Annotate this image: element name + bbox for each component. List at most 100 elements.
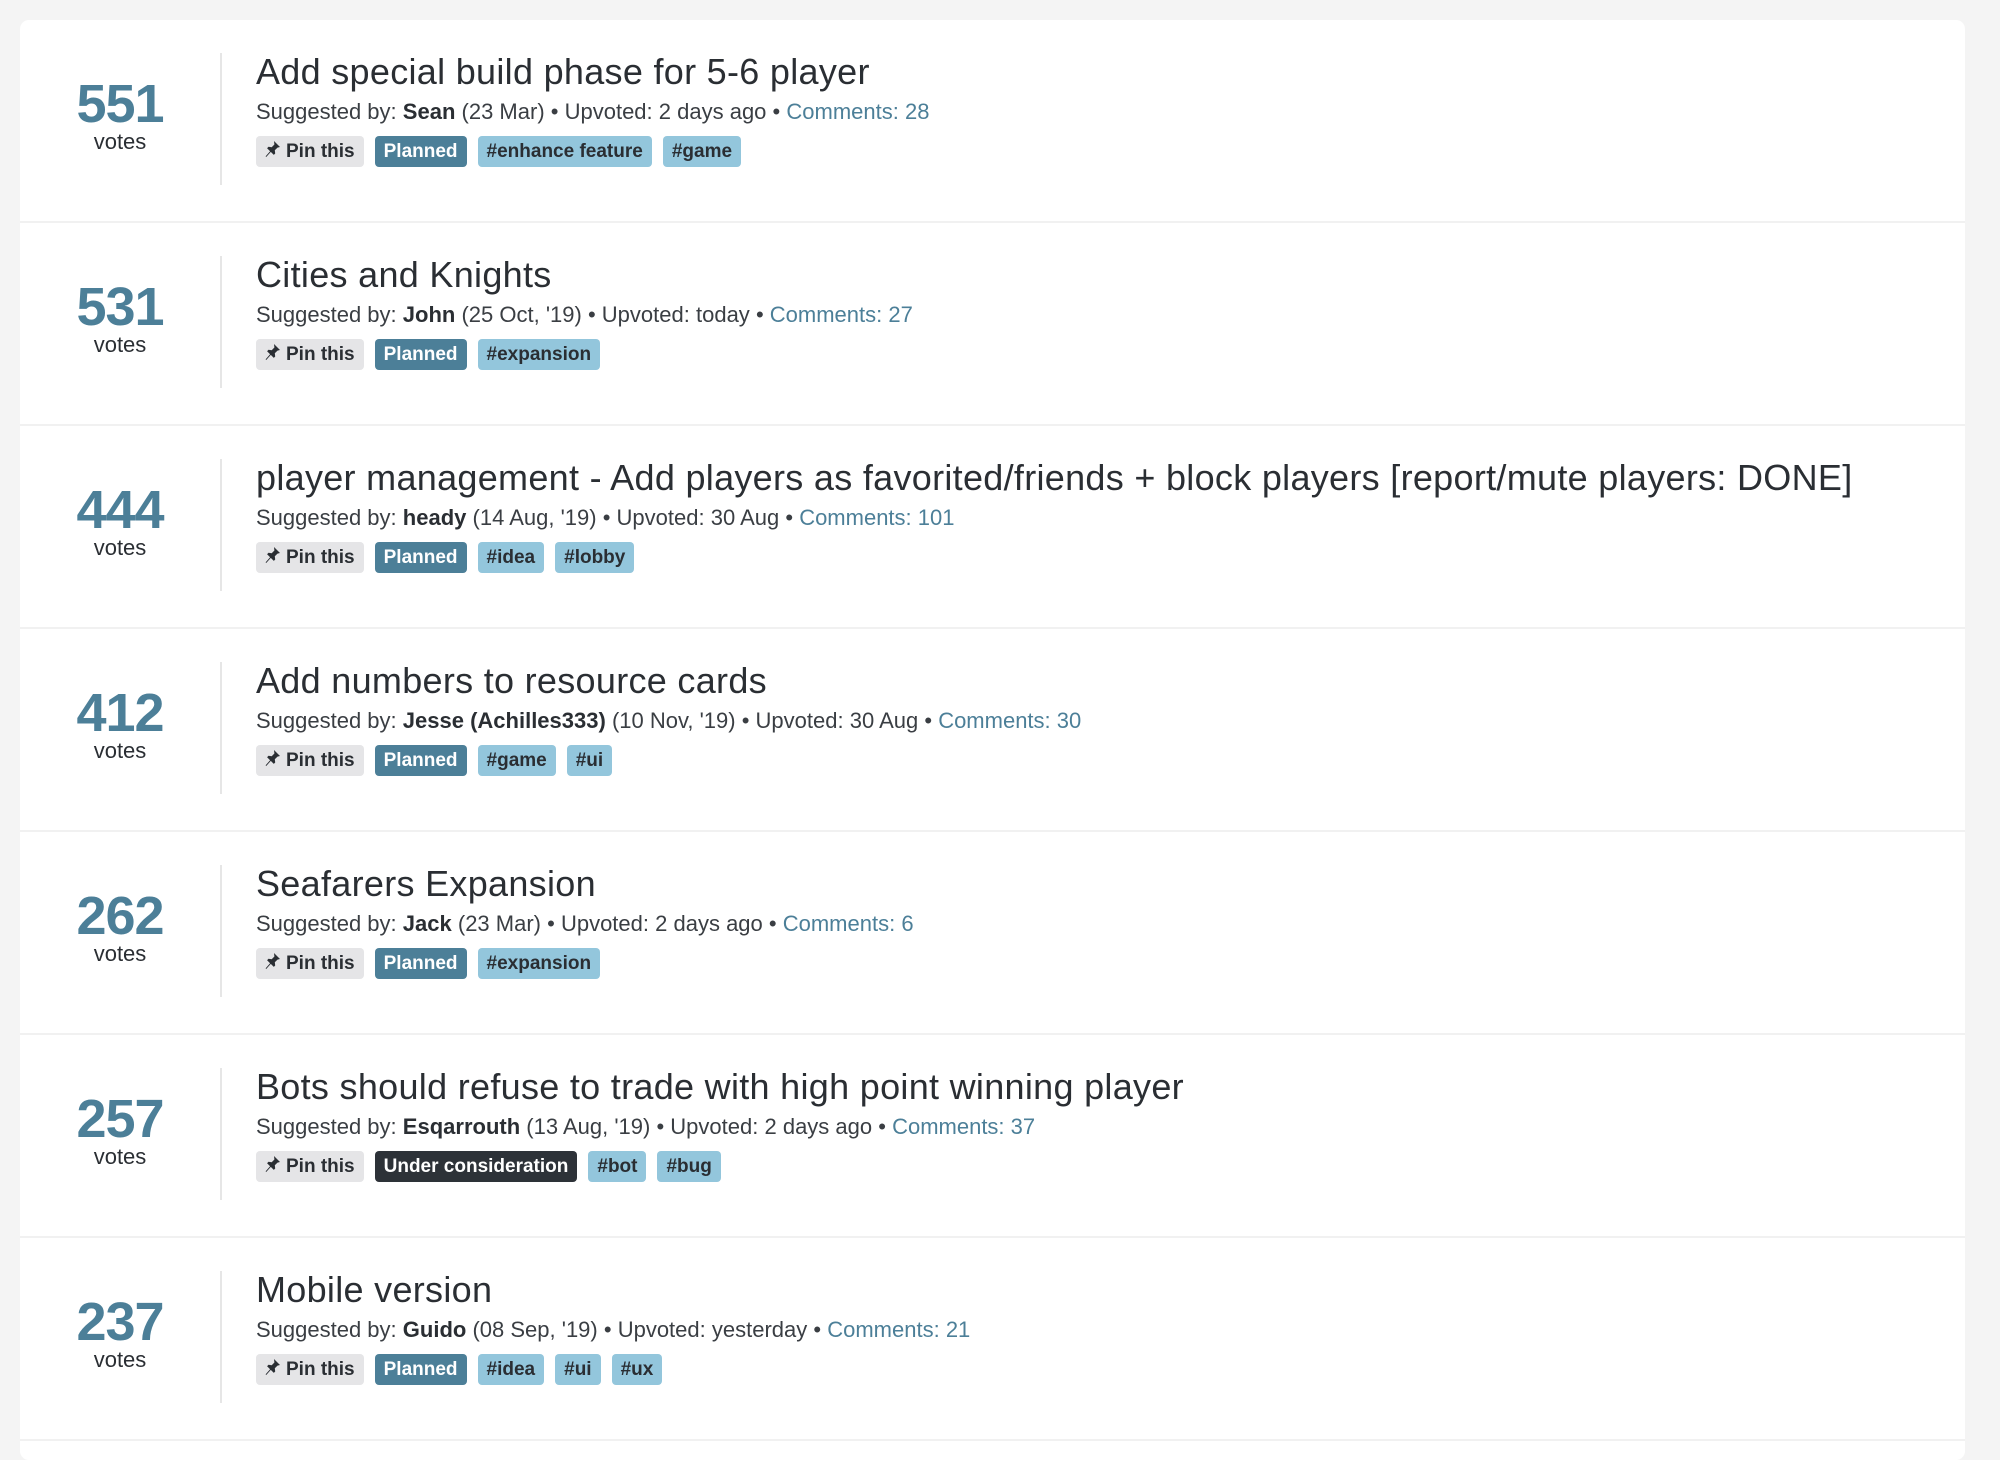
pin-label: Pin this — [286, 1155, 355, 1177]
vote-count: 237 — [76, 1292, 164, 1352]
suggestion-content: player management - Add players as favor… — [256, 456, 1945, 573]
vertical-divider — [220, 53, 222, 185]
suggestion-row: 551 votes Add special build phase for 5-… — [20, 20, 1965, 223]
status-badge[interactable]: Planned — [374, 1354, 467, 1385]
hashtag-tag[interactable]: #idea — [477, 1354, 545, 1385]
suggested-by-label: Suggested by: — [256, 302, 397, 327]
pin-button[interactable]: Pin this — [256, 1354, 364, 1385]
vote-block[interactable]: 551 votes — [20, 20, 220, 154]
separator: • — [878, 1114, 886, 1139]
suggestion-title[interactable]: Add numbers to resource cards — [256, 659, 1945, 703]
separator: • — [755, 302, 764, 327]
pushpin-icon — [265, 140, 281, 163]
vote-count: 551 — [76, 74, 164, 134]
hashtag-tag[interactable]: #idea — [477, 542, 545, 573]
suggested-date: (23 Mar) — [461, 99, 545, 124]
vote-count: 444 — [76, 480, 164, 540]
suggestion-meta: Suggested by: heady (14 Aug, '19) • Upvo… — [256, 504, 1945, 532]
hashtag-tag[interactable]: #expansion — [477, 948, 601, 979]
vote-block[interactable]: 444 votes — [20, 426, 220, 560]
votes-label: votes — [93, 1144, 147, 1169]
vote-block[interactable]: 262 votes — [20, 832, 220, 966]
pin-button[interactable]: Pin this — [256, 1151, 364, 1182]
pin-button[interactable]: Pin this — [256, 339, 364, 370]
suggestion-title[interactable]: Seafarers Expansion — [256, 862, 1945, 906]
upvoted-label: Upvoted: — [601, 302, 690, 327]
suggested-date: (14 Aug, '19) — [472, 505, 597, 530]
hashtag-tag[interactable]: #expansion — [477, 339, 601, 370]
status-badge[interactable]: Planned — [374, 745, 467, 776]
comments-link[interactable]: Comments: 6 — [783, 911, 914, 936]
author-name[interactable]: Esqarrouth — [403, 1114, 520, 1139]
upvoted-label: Upvoted: — [616, 505, 705, 530]
suggestion-title[interactable]: Add special build phase for 5-6 player — [256, 50, 1945, 94]
vertical-divider — [220, 1068, 222, 1200]
comments-link[interactable]: Comments: 28 — [786, 99, 929, 124]
hashtag-tag[interactable]: #ux — [611, 1354, 663, 1385]
votes-label: votes — [93, 1347, 147, 1372]
votes-label: votes — [93, 535, 147, 560]
hashtag-tag[interactable]: #lobby — [555, 542, 635, 573]
suggestion-row: 531 votes Cities and Knights Suggested b… — [20, 223, 1965, 426]
comments-link[interactable]: Comments: 21 — [827, 1317, 970, 1342]
author-name[interactable]: John — [403, 302, 456, 327]
comments-link[interactable]: Comments: 30 — [938, 708, 1081, 733]
suggestion-title[interactable]: Mobile version — [256, 1268, 1945, 1312]
pin-label: Pin this — [286, 140, 355, 162]
upvoted-label: Upvoted: — [560, 911, 650, 936]
pin-button[interactable]: Pin this — [256, 745, 364, 776]
status-badge[interactable]: Planned — [374, 136, 467, 167]
hashtag-tag[interactable]: #enhance feature — [477, 136, 652, 167]
author-name[interactable]: Sean — [403, 99, 456, 124]
suggestion-content: Cities and Knights Suggested by: John (2… — [256, 253, 1945, 370]
comments-link[interactable]: Comments: 37 — [892, 1114, 1035, 1139]
suggestion-meta: Suggested by: John (25 Oct, '19) • Upvot… — [256, 301, 1945, 329]
vote-block[interactable]: 237 votes — [20, 1238, 220, 1372]
status-badge[interactable]: Planned — [374, 542, 467, 573]
votes-label: votes — [93, 738, 147, 763]
author-name[interactable]: Jack — [403, 911, 452, 936]
hashtag-tag[interactable]: #bug — [657, 1151, 721, 1182]
tag-list: Pin this Planned #enhance feature #game — [256, 136, 1945, 167]
status-badge[interactable]: Under consideration — [374, 1151, 578, 1182]
suggested-by-label: Suggested by: — [256, 708, 397, 733]
separator: • — [813, 1317, 822, 1342]
suggestion-title[interactable]: player management - Add players as favor… — [256, 456, 1945, 500]
suggestion-row: 262 votes Seafarers Expansion Suggested … — [20, 832, 1965, 1035]
author-name[interactable]: Guido — [403, 1317, 467, 1342]
upvoted-label: Upvoted: — [617, 1317, 706, 1342]
hashtag-tag[interactable]: #ui — [566, 745, 613, 776]
comments-link[interactable]: Comments: 27 — [770, 302, 913, 327]
hashtag-tag[interactable]: #ui — [555, 1354, 601, 1385]
separator: • — [602, 505, 611, 530]
pin-button[interactable]: Pin this — [256, 136, 364, 167]
suggested-date: (13 Aug, '19) — [526, 1114, 651, 1139]
hashtag-tag[interactable]: #bot — [588, 1151, 647, 1182]
comments-link[interactable]: Comments: 101 — [799, 505, 954, 530]
vote-block[interactable]: 257 votes — [20, 1035, 220, 1169]
suggestion-title[interactable]: Cities and Knights — [256, 253, 1945, 297]
status-badge[interactable]: Planned — [374, 948, 467, 979]
author-name[interactable]: Jesse (Achilles333) — [403, 708, 606, 733]
pushpin-icon — [265, 546, 281, 569]
suggested-date: (25 Oct, '19) — [461, 302, 582, 327]
pin-button[interactable]: Pin this — [256, 948, 364, 979]
separator: • — [547, 911, 555, 936]
separator: • — [587, 302, 596, 327]
vote-count: 262 — [76, 886, 164, 946]
votes-label: votes — [93, 129, 147, 154]
suggestion-row: 237 votes Mobile version Suggested by: G… — [20, 1238, 1965, 1441]
suggestions-list: 551 votes Add special build phase for 5-… — [20, 20, 1965, 1460]
suggestion-title[interactable]: Bots should refuse to trade with high po… — [256, 1065, 1945, 1109]
vote-block[interactable]: 412 votes — [20, 629, 220, 763]
vote-block[interactable]: 531 votes — [20, 223, 220, 357]
hashtag-tag[interactable]: #game — [662, 136, 742, 167]
suggestion-meta: Suggested by: Jack (23 Mar) • Upvoted: 2… — [256, 910, 1945, 938]
pin-button[interactable]: Pin this — [256, 542, 364, 573]
status-badge[interactable]: Planned — [374, 339, 467, 370]
suggested-by-label: Suggested by: — [256, 1114, 397, 1139]
hashtag-tag[interactable]: #game — [477, 745, 556, 776]
author-name[interactable]: heady — [403, 505, 467, 530]
pushpin-icon — [265, 1155, 281, 1178]
vote-count: 257 — [76, 1089, 164, 1149]
